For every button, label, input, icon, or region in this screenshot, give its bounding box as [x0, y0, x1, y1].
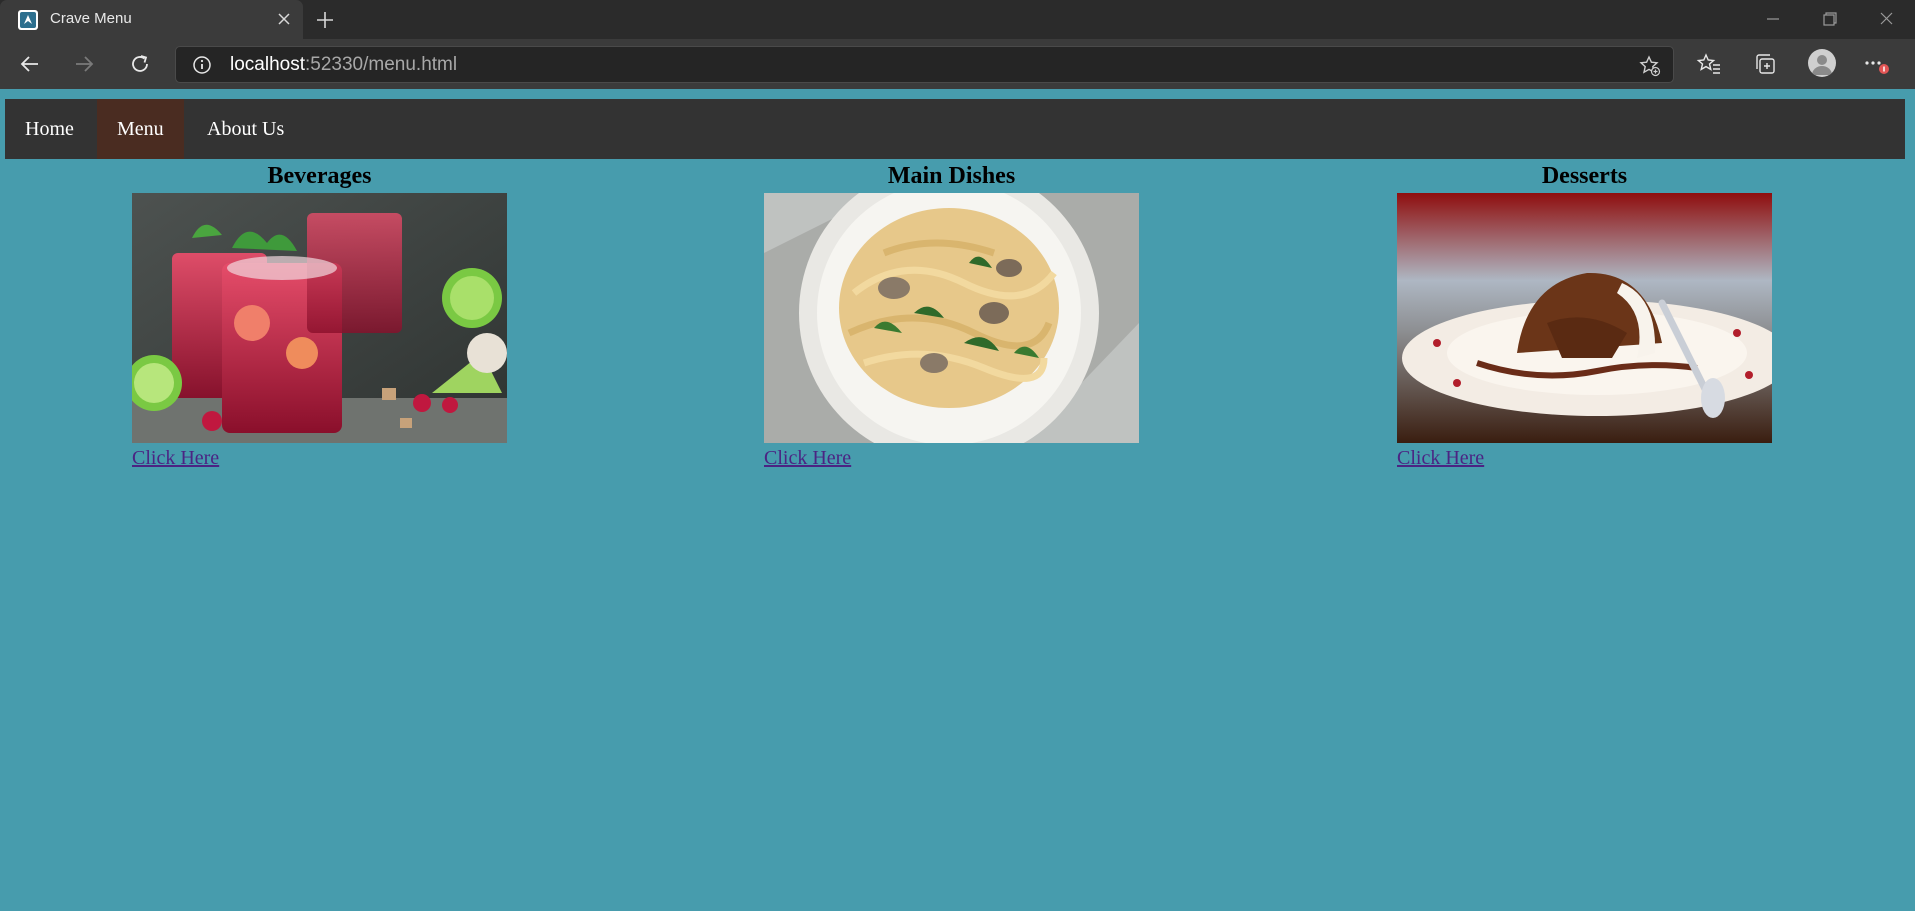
restore-window-icon[interactable] — [1816, 8, 1842, 30]
beverages-heading: Beverages — [267, 163, 372, 189]
refresh-icon[interactable] — [127, 51, 153, 77]
beverages-image — [132, 193, 507, 443]
url-host: localhost — [230, 54, 305, 75]
browser-tab[interactable]: Crave Menu — [0, 0, 303, 39]
profile-avatar-icon[interactable] — [1808, 49, 1836, 77]
main-dishes-section: Main Dishes Click Here — [764, 160, 1139, 470]
close-window-icon[interactable] — [1873, 8, 1899, 30]
desserts-image — [1397, 193, 1772, 443]
collections-icon[interactable] — [1752, 51, 1778, 77]
site-info-icon[interactable] — [192, 55, 212, 75]
beverages-link[interactable]: Click Here — [132, 447, 507, 470]
add-favorite-star-icon[interactable] — [1639, 55, 1661, 77]
nav-home-link[interactable]: Home — [5, 99, 94, 159]
new-tab-plus-icon[interactable] — [314, 9, 336, 31]
url-text: localhost:52330/menu.html — [230, 54, 457, 76]
desserts-link[interactable]: Click Here — [1397, 447, 1772, 470]
main-dishes-heading: Main Dishes — [887, 163, 1016, 189]
forward-arrow-icon[interactable] — [71, 51, 97, 77]
desserts-section: Desserts Click Here — [1397, 160, 1772, 470]
tab-close-icon[interactable] — [275, 10, 293, 28]
beverages-section: Beverages Click Here — [132, 160, 507, 470]
more-options-icon[interactable] — [1862, 51, 1889, 77]
desserts-heading: Desserts — [1541, 163, 1628, 189]
tab-title: Crave Menu — [50, 10, 132, 27]
main-dishes-image — [764, 193, 1139, 443]
address-bar[interactable]: localhost:52330/menu.html — [175, 46, 1674, 83]
main-dishes-link[interactable]: Click Here — [764, 447, 1139, 470]
minimize-window-icon[interactable] — [1760, 8, 1786, 30]
back-arrow-icon[interactable] — [17, 51, 43, 77]
url-path: :52330/menu.html — [305, 54, 458, 75]
site-favicon-icon — [18, 10, 38, 30]
browser-tab-strip: Crave Menu — [0, 0, 1915, 39]
nav-menu-link[interactable]: Menu — [97, 99, 184, 159]
site-navbar: Home Menu About Us — [5, 99, 1905, 159]
nav-about-link[interactable]: About Us — [187, 99, 304, 159]
favorites-icon[interactable] — [1696, 51, 1722, 77]
browser-toolbar: localhost:52330/menu.html — [0, 39, 1915, 89]
